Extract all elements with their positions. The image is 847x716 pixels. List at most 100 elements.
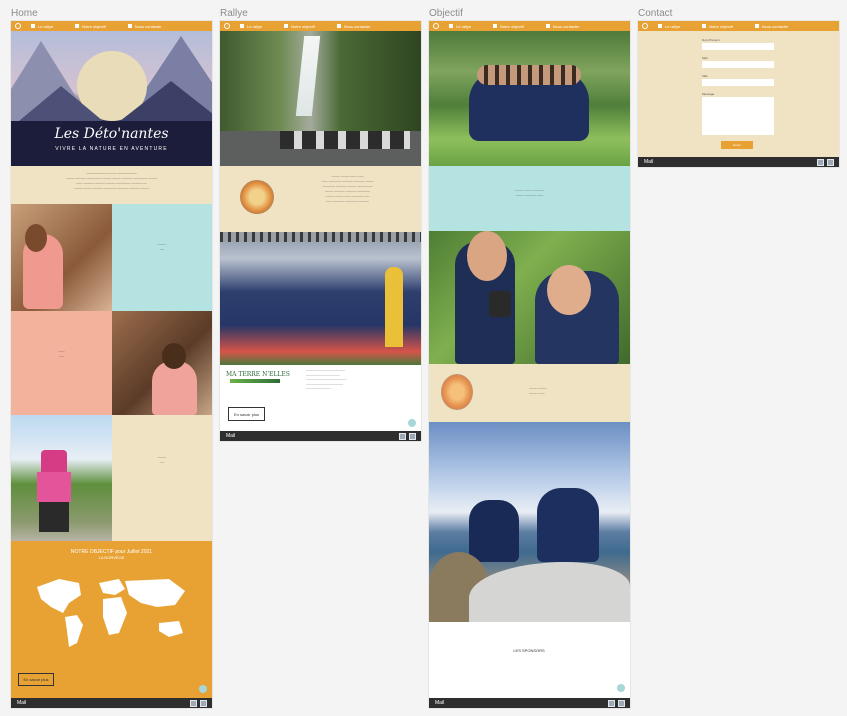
scroll-top-button[interactable] [408, 419, 416, 427]
social-icon[interactable] [200, 699, 207, 707]
nav-bar: Le rallye Notre objectif Nous contacter [220, 21, 421, 31]
nav-item-objectif[interactable]: Notre objectif [493, 24, 524, 29]
name-label: Nom Prénom [702, 38, 720, 42]
nav-label: Nous contacter [343, 23, 371, 29]
nav-label: Nous contacter [552, 23, 580, 29]
message-label: Message [702, 92, 715, 96]
gps-device [489, 291, 511, 317]
mail-icon [127, 24, 132, 28]
social-icon[interactable] [190, 699, 197, 707]
nav-bar: Le rallye Notre objectif Nous contacter [638, 21, 839, 31]
face-shape [547, 265, 591, 315]
social-icon[interactable] [409, 432, 416, 440]
mail-label: Mail [702, 56, 708, 60]
logo-icon[interactable] [433, 23, 439, 29]
partner-logo: MA TERRE N'ELLES [226, 371, 290, 378]
waterfall-shape [295, 36, 321, 116]
partner-block: ──── ──── ──── ─── [429, 364, 630, 422]
target-icon [284, 24, 289, 28]
nav-label: Nous contacter [134, 23, 162, 29]
nav-label: Le rallye [665, 23, 681, 29]
city-field[interactable] [702, 79, 774, 86]
nav-item-objectif[interactable]: Notre objectif [702, 24, 733, 29]
cta-button[interactable]: En savoir plus [18, 673, 54, 686]
rallye-frame: Le rallye Notre objectif Nous contacter … [220, 21, 421, 441]
photo-girl-map [11, 204, 112, 311]
frame-label-contact[interactable]: Contact [638, 8, 672, 19]
nav-item-rallye[interactable]: Le rallye [449, 24, 471, 29]
submit-button[interactable]: Envoi [721, 141, 753, 149]
frame-label-home[interactable]: Home [11, 8, 38, 19]
rally-icon [658, 24, 662, 28]
nav-label: Notre objectif [291, 23, 315, 29]
name-field[interactable] [702, 43, 774, 50]
target-icon [493, 24, 498, 28]
mail-icon [336, 24, 341, 28]
rallye-intro: ──── ──── ─── ─── ─── ────── ───── ───── … [220, 166, 421, 232]
rally-icon [31, 24, 35, 28]
hair-shape [25, 224, 47, 252]
social-icon[interactable] [608, 699, 615, 707]
nav-label: Notre objectif [709, 23, 733, 29]
intro-text-block: ─────────── ─── ───────── ──── ───── ────… [11, 166, 212, 204]
target-icon [702, 24, 707, 28]
frame-label-rallye[interactable]: Rallye [220, 8, 248, 19]
rally-icon [240, 24, 244, 28]
lego-head [41, 450, 67, 472]
nav-bar: Le rallye Notre objectif Nous contacter [11, 21, 212, 31]
nav-item-rallye[interactable]: Le rallye [658, 24, 680, 29]
nav-label: Le rallye [38, 23, 54, 29]
footer-mail-link[interactable]: Mail [644, 159, 653, 165]
nav-item-contact[interactable]: Nous contacter [545, 23, 580, 29]
social-icon[interactable] [399, 432, 406, 440]
info-card-beige: ──── ── [112, 415, 212, 541]
objectif-frame: Le rallye Notre objectif Nous contacter … [429, 21, 630, 708]
nav-item-contact[interactable]: Nous contacter [754, 24, 789, 29]
logo-icon[interactable] [224, 23, 230, 29]
footer-mail-link[interactable]: Mail [226, 433, 235, 439]
nav-label: Notre objectif [82, 23, 106, 29]
design-canvas: Home Rallye Objectif Contact Le rallye N… [0, 0, 847, 716]
nav-item-rallye[interactable]: Le rallye [31, 24, 53, 29]
hero-subtitle: VIVRE LA NATURE EN AVENTURE [55, 146, 168, 152]
social-icon[interactable] [817, 158, 824, 166]
nav-item-contact[interactable]: Nous contacter [336, 23, 371, 29]
hero-banner: Les Déto'nantes VIVRE LA NATURE EN AVENT… [11, 31, 212, 166]
nav-item-objectif[interactable]: Notre objectif [75, 24, 106, 29]
rally-icon [449, 24, 453, 28]
world-map-icon [37, 579, 185, 647]
logo-icon[interactable] [15, 23, 21, 29]
hair-shape [162, 343, 186, 369]
footer-mail-link[interactable]: Mail [435, 700, 444, 706]
hero-title: Les Déto'nantes [54, 126, 169, 142]
footer-mail-link[interactable]: Mail [17, 700, 26, 706]
social-icon[interactable] [618, 699, 625, 707]
badge-logo [441, 374, 473, 410]
frame-label-objectif[interactable]: Objectif [429, 8, 463, 19]
photo-lake-view [429, 422, 630, 622]
logo-icon[interactable] [642, 23, 648, 29]
rock-shape [469, 562, 630, 622]
message-field[interactable] [702, 97, 774, 135]
social-icon[interactable] [827, 158, 834, 166]
scroll-top-button[interactable] [199, 685, 207, 693]
person-back-shape [537, 488, 599, 562]
nav-item-rallye[interactable]: Le rallye [240, 24, 262, 29]
group-faces-shape [477, 65, 581, 85]
person-shape [152, 361, 197, 415]
scroll-top-button[interactable] [617, 684, 625, 692]
nav-item-contact[interactable]: Nous contacter [127, 23, 162, 29]
nav-item-objectif[interactable]: Notre objectif [284, 24, 315, 29]
email-field[interactable] [702, 61, 774, 68]
sponsors-section: LES SPONSORS [429, 622, 630, 698]
cta-button[interactable]: En savoir plus [228, 407, 265, 421]
mail-icon [754, 24, 759, 28]
sponsors-heading: LES SPONSORS [513, 648, 545, 653]
mail-icon [545, 24, 550, 28]
target-icon [75, 24, 80, 28]
partner-section: MA TERRE N'ELLES ────────────────────── ─… [220, 365, 421, 431]
info-card-peach: ─── ── [11, 311, 112, 415]
compass-icon [240, 180, 274, 214]
face-shape [467, 231, 507, 281]
nav-label: Notre objectif [500, 23, 524, 29]
